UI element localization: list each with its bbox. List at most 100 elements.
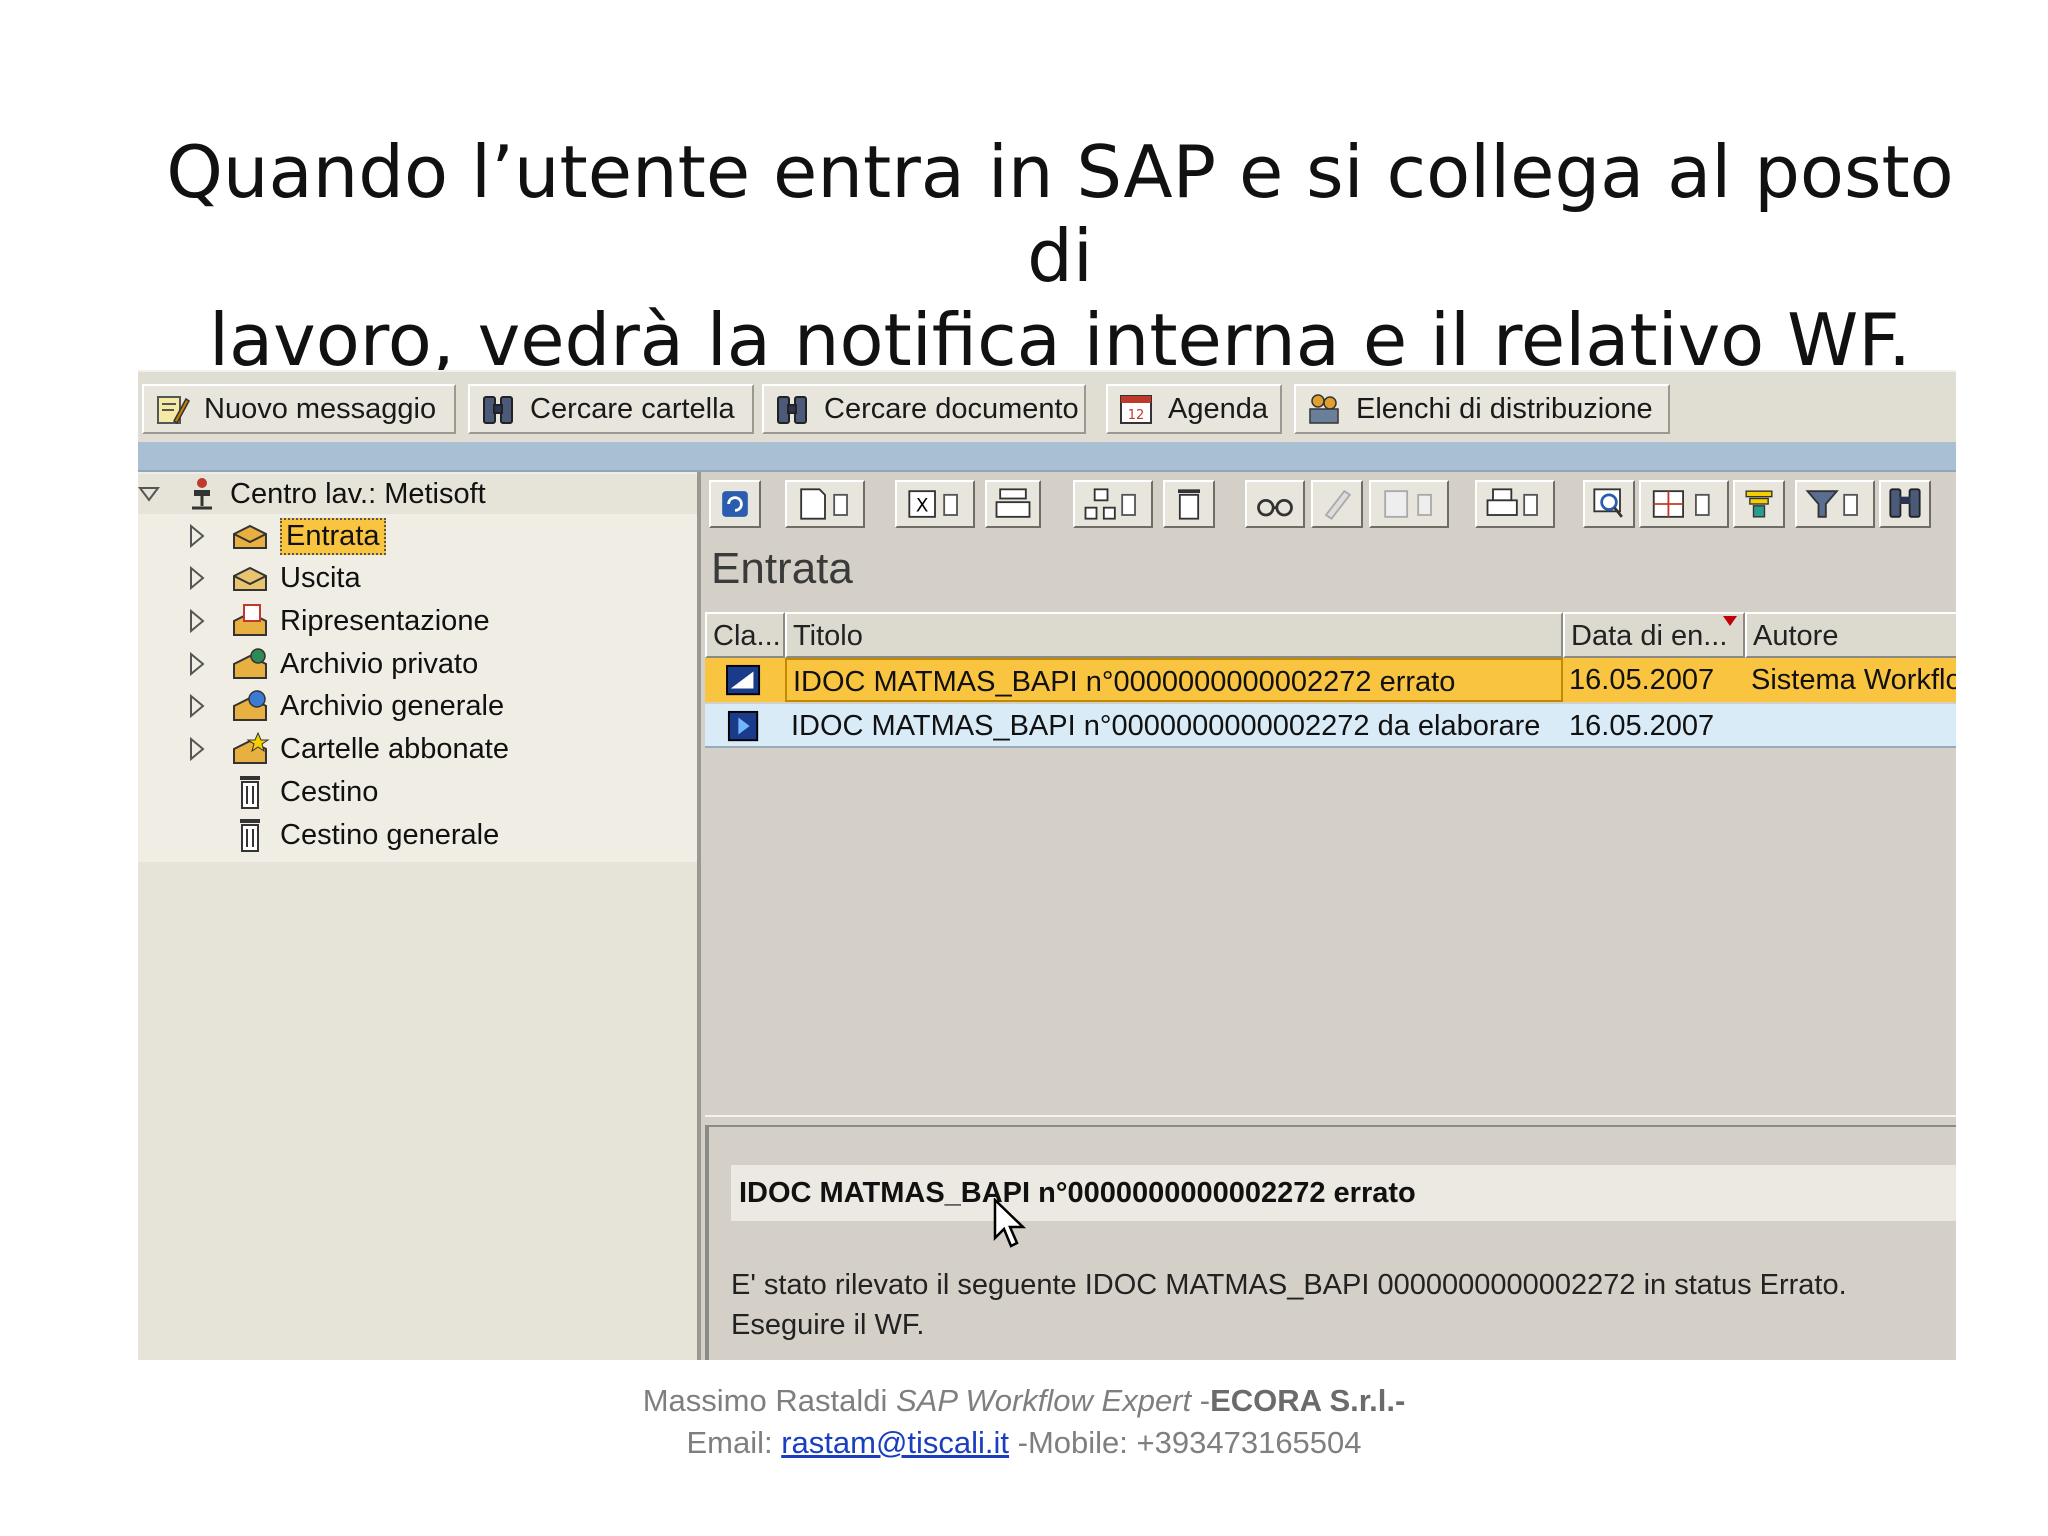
tree-item-entrata[interactable]: Entrata — [186, 516, 386, 556]
forward-document-icon — [1384, 490, 1432, 518]
general-archive-icon — [233, 690, 267, 721]
tree-item-label: Archivio privato — [280, 647, 479, 680]
preview-body-line2: Eseguire il WF. — [731, 1309, 925, 1341]
expand-arrow-icon[interactable] — [186, 650, 208, 678]
column-header-date[interactable]: Data di en... — [1563, 612, 1745, 658]
slide-title: Quando l’utente entra in SAP e si colleg… — [140, 130, 1980, 382]
workitem-icon — [727, 710, 759, 742]
email-link[interactable]: rastam@tiscali.it — [781, 1425, 1009, 1460]
tree-item-cestino-generale[interactable]: Cestino generale — [230, 815, 499, 855]
row-class-cell — [705, 658, 785, 702]
row-title-cell: IDOC MATMAS_BAPI n°0000000000002272 da e… — [791, 710, 1541, 742]
row-class-cell — [705, 704, 785, 748]
forward-button-disabled[interactable] — [1369, 480, 1449, 528]
message-preview: IDOC MATMAS_BAPI n°0000000000002272 erra… — [705, 1127, 1956, 1360]
private-archive-icon — [233, 648, 267, 679]
tree-item-label: Cestino generale — [280, 818, 500, 851]
group-button[interactable] — [1073, 480, 1153, 528]
svg-text:X: X — [916, 495, 929, 516]
column-header-date-label: Data di en... — [1571, 620, 1728, 652]
new-message-label: Nuovo messaggio — [204, 392, 437, 425]
stamp-icon — [995, 488, 1031, 518]
distribution-lists-label: Elenchi di distribuzione — [1356, 392, 1653, 425]
printer-icon — [1486, 488, 1538, 516]
column-header-title[interactable]: Titolo — [785, 612, 1563, 658]
distribution-lists-button[interactable]: Elenchi di distribuzione — [1294, 384, 1670, 434]
row-title-cell: IDOC MATMAS_BAPI n°0000000000002272 erra… — [785, 658, 1563, 702]
details-button[interactable] — [1583, 480, 1635, 528]
tree-item-ripresentazione[interactable]: Ripresentazione — [186, 601, 490, 641]
subscribed-folders-icon — [233, 731, 270, 764]
tree-item-label: Archivio generale — [280, 689, 505, 722]
tree-item-cestino[interactable]: Cestino — [230, 772, 378, 812]
search-folder-label: Cercare cartella — [530, 392, 735, 425]
print-button[interactable] — [1475, 480, 1555, 528]
collapse-arrow-icon[interactable] — [138, 480, 160, 508]
preview-body: E' stato rilevato il seguente IDOC MATMA… — [731, 1265, 1936, 1345]
magnifier-icon — [1593, 488, 1623, 518]
expand-arrow-icon[interactable] — [186, 692, 208, 720]
trash-icon — [240, 819, 260, 852]
binoculars-icon — [483, 396, 513, 424]
tree-item-archivio-privato[interactable]: Archivio privato — [186, 644, 478, 684]
slide-title-line1: Quando l’utente entra in SAP e si colleg… — [166, 130, 1954, 298]
sap-business-workplace: Nuovo messaggio Cercare cartella Cercare… — [138, 370, 1956, 1360]
tree-item-cartelle-abbonate[interactable]: Cartelle abbonate — [186, 729, 509, 769]
expand-arrow-icon[interactable] — [186, 607, 208, 635]
mobile-text: -Mobile: +393473165504 — [1009, 1425, 1362, 1460]
tree-root-workplace[interactable]: Centro lav.: Metisoft — [138, 474, 697, 514]
expand-arrow-icon[interactable] — [186, 522, 208, 550]
search-folder-button[interactable]: Cercare cartella — [468, 384, 754, 434]
edit-button-disabled[interactable] — [1311, 480, 1363, 528]
agenda-label: Agenda — [1168, 392, 1268, 425]
footer-line1: Massimo Rastaldi SAP Workflow Expert -EC… — [0, 1380, 2048, 1422]
filter-icon — [1805, 490, 1858, 518]
table-row[interactable]: IDOC MATMAS_BAPI n°0000000000002272 da e… — [705, 704, 1956, 748]
find-button[interactable] — [1879, 480, 1931, 528]
trash-icon — [1178, 489, 1200, 520]
company-name: ECORA S.r.l.- — [1210, 1383, 1406, 1418]
filter-button[interactable] — [1795, 480, 1875, 528]
application-toolbar: Nuovo messaggio Cercare cartella Cercare… — [138, 370, 1956, 442]
expand-arrow-icon[interactable] — [186, 735, 208, 763]
preview-body-line1: E' stato rilevato il seguente IDOC MATMA… — [731, 1269, 1847, 1301]
search-document-button[interactable]: Cercare documento — [762, 384, 1086, 434]
tree-item-uscita[interactable]: Uscita — [186, 558, 361, 598]
column-header-author[interactable]: Autore — [1745, 612, 1956, 658]
author-name: Massimo Rastaldi — [642, 1383, 888, 1418]
calendar-icon — [233, 604, 267, 636]
create-button[interactable] — [785, 480, 865, 528]
row-author-cell — [1745, 704, 1956, 748]
tree-item-label: Uscita — [280, 561, 361, 594]
hierarchy-icon — [1084, 488, 1136, 520]
refresh-button[interactable] — [709, 480, 761, 528]
search-document-label: Cercare documento — [824, 392, 1079, 425]
new-message-button[interactable]: Nuovo messaggio — [142, 384, 456, 434]
pane-splitter[interactable] — [705, 1115, 1956, 1127]
display-button[interactable] — [1245, 480, 1305, 528]
distribution-list-icon — [1309, 394, 1339, 424]
layout-button[interactable] — [1639, 480, 1729, 528]
sort-icon — [1745, 490, 1773, 518]
author-role: SAP Workflow Expert — [895, 1383, 1192, 1418]
column-header-class[interactable]: Cla... — [705, 612, 785, 658]
inbox-pane: X Entrata Cla... Titolo Data di en... Au… — [705, 472, 1956, 1115]
preview-subject: IDOC MATMAS_BAPI n°0000000000002272 erra… — [731, 1165, 1956, 1221]
agenda-button[interactable]: 12 Agenda — [1106, 384, 1282, 434]
sort-button[interactable] — [1733, 480, 1785, 528]
email-label: Email: — [686, 1425, 782, 1460]
tree-item-archivio-generale[interactable]: Archivio generale — [186, 686, 504, 726]
refresh-icon — [722, 491, 748, 517]
template-button[interactable]: X — [895, 480, 975, 528]
tree-empty-area — [138, 862, 697, 1360]
list-toolbar: X — [705, 472, 1956, 532]
company-prefix: - — [1191, 1383, 1211, 1418]
slide-footer: Massimo Rastaldi SAP Workflow Expert -EC… — [0, 1380, 2048, 1464]
table-row[interactable]: IDOC MATMAS_BAPI n°0000000000002272 erra… — [705, 658, 1956, 702]
outbox-icon — [233, 566, 267, 591]
inbox-icon — [233, 524, 267, 549]
print-list-button[interactable] — [985, 480, 1041, 528]
expand-arrow-icon[interactable] — [186, 564, 208, 592]
delete-button[interactable] — [1163, 480, 1215, 528]
row-author-cell: Sistema Workflo — [1751, 664, 1956, 696]
